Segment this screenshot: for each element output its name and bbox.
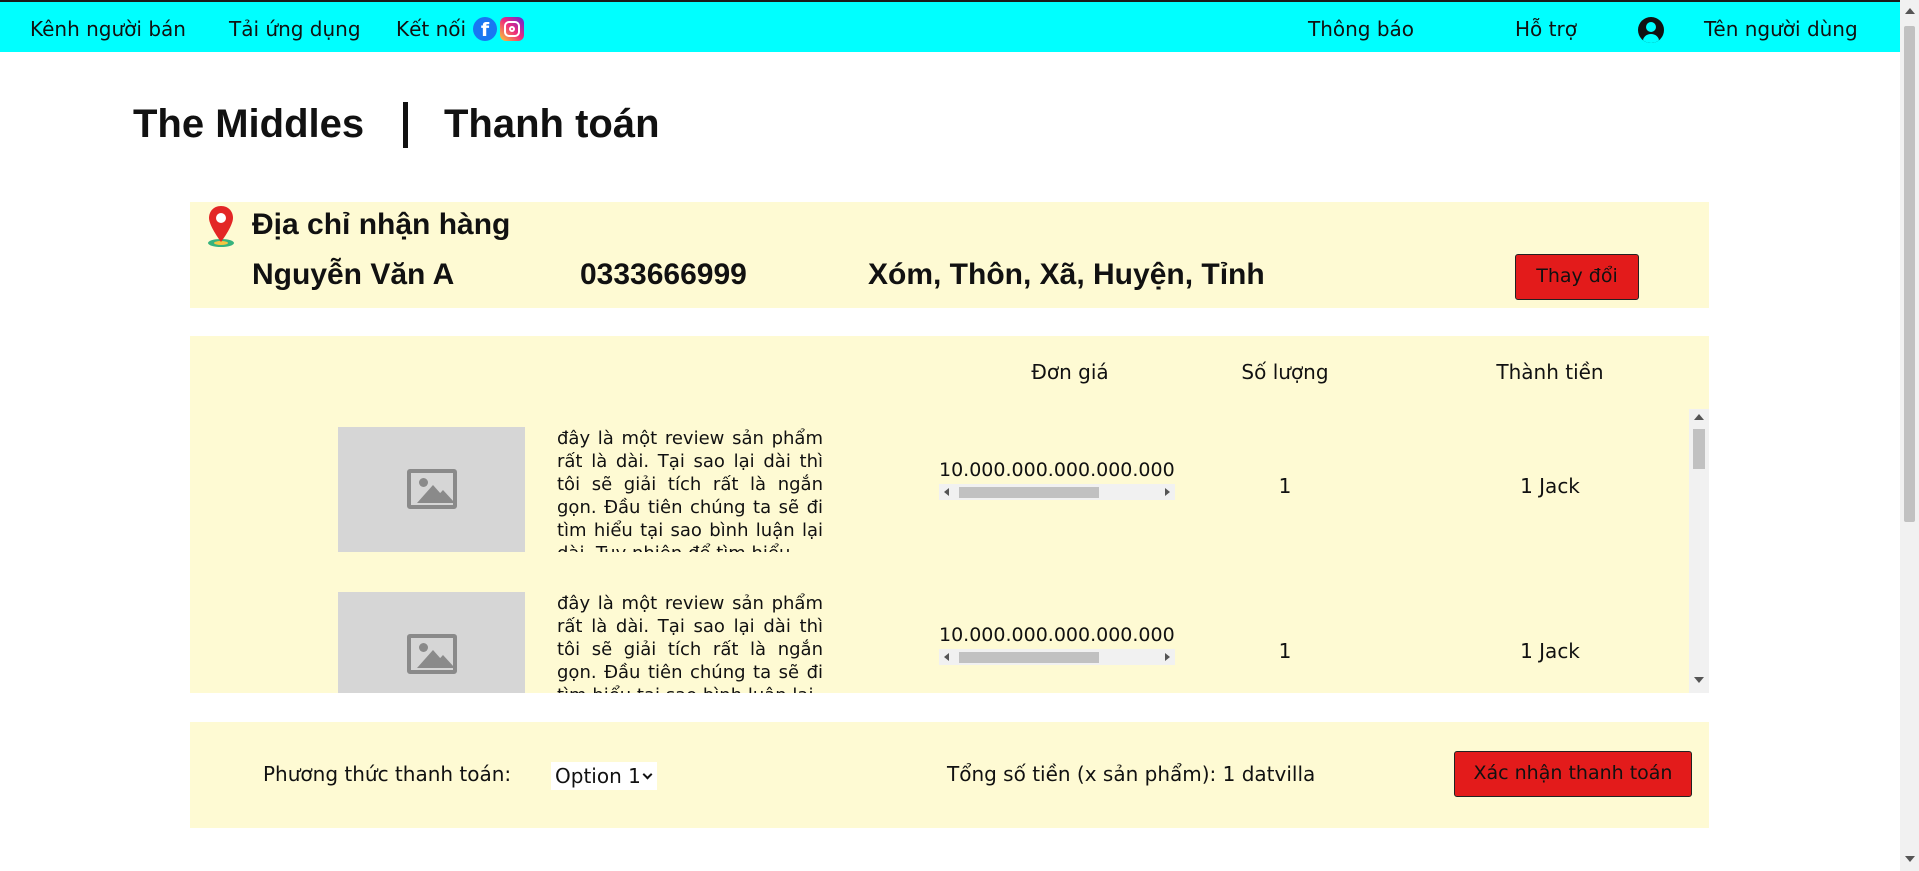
- scroll-up-arrow-icon[interactable]: [1694, 414, 1704, 420]
- recipient-address: Xóm, Thôn, Xã, Huyện, Tỉnh: [868, 258, 1265, 291]
- facebook-icon[interactable]: f: [473, 17, 497, 41]
- payment-method-selected: Option 1: [555, 764, 641, 788]
- chevron-down-icon: [642, 769, 653, 780]
- payment-method-select[interactable]: Option 1: [551, 762, 657, 790]
- checkout-panel: Phương thức thanh toán: Option 1 Tổng số…: [190, 722, 1709, 828]
- price-scroll-thumb[interactable]: [959, 487, 1099, 498]
- scroll-left-arrow-icon[interactable]: [944, 488, 949, 496]
- scroll-down-arrow-icon[interactable]: [1694, 677, 1704, 683]
- support-link[interactable]: Hỗ trợ: [1515, 17, 1577, 41]
- product-image[interactable]: [338, 427, 525, 552]
- payment-method-label: Phương thức thanh toán:: [263, 762, 512, 786]
- address-section-title: Địa chỉ nhận hàng: [252, 208, 511, 241]
- brand-logo-text[interactable]: The Middles: [133, 102, 364, 147]
- page-title: Thanh toán: [444, 102, 660, 146]
- seller-channel-link[interactable]: Kênh người bán: [30, 17, 186, 41]
- product-review-text: đây là một review sản phẩm rất là dài. T…: [557, 428, 823, 552]
- scroll-up-arrow-icon[interactable]: [1905, 8, 1915, 14]
- product-rows-scroll-area[interactable]: đây là một review sản phẩm rất là dài. T…: [190, 409, 1709, 693]
- recipient-name: Nguyễn Văn A: [252, 258, 455, 291]
- unit-price-value: 10.000.000.000.000.000.: [939, 624, 1175, 646]
- scroll-right-arrow-icon[interactable]: [1165, 653, 1170, 661]
- image-placeholder-icon: [407, 469, 457, 509]
- product-list-panel: Đơn giá Số lượng Thành tiền đây là một r…: [190, 336, 1709, 693]
- unit-price-header: Đơn giá: [1031, 360, 1109, 384]
- price-scroll-thumb[interactable]: [959, 652, 1099, 663]
- location-pin-icon: [208, 206, 234, 247]
- page-scrollbar-thumb[interactable]: [1904, 26, 1915, 522]
- image-placeholder-icon: [407, 634, 457, 674]
- header-divider: [403, 102, 408, 148]
- unit-price-cell[interactable]: 10.000.000.000.000.000.: [939, 624, 1175, 672]
- line-total-value: 1 Jack: [1520, 639, 1580, 663]
- download-app-link[interactable]: Tải ứng dụng: [229, 17, 361, 41]
- quantity-header: Số lượng: [1241, 360, 1329, 384]
- scroll-right-arrow-icon[interactable]: [1165, 488, 1170, 496]
- product-row: đây là một review sản phẩm rất là dài. T…: [190, 409, 1690, 552]
- shipping-address-panel: Địa chỉ nhận hàng Nguyễn Văn A 033366699…: [190, 202, 1709, 308]
- page-scrollbar[interactable]: [1900, 0, 1919, 871]
- change-address-button[interactable]: Thay đổi: [1515, 254, 1639, 300]
- order-total-summary: Tổng số tiền (x sản phẩm): 1 datvilla: [947, 762, 1316, 786]
- notifications-link[interactable]: Thông báo: [1308, 17, 1414, 41]
- line-total-value: 1 Jack: [1520, 474, 1580, 498]
- price-horizontal-scrollbar[interactable]: [939, 649, 1175, 665]
- scroll-left-arrow-icon[interactable]: [944, 653, 949, 661]
- confirm-payment-button[interactable]: Xác nhận thanh toán: [1454, 751, 1692, 797]
- recipient-phone: 0333666999: [580, 258, 747, 291]
- username-link[interactable]: Tên người dùng: [1704, 17, 1858, 41]
- total-header: Thành tiền: [1496, 360, 1604, 384]
- scroll-down-arrow-icon[interactable]: [1905, 856, 1915, 862]
- price-horizontal-scrollbar[interactable]: [939, 484, 1175, 500]
- product-row: đây là một review sản phẩm rất là dài. T…: [190, 574, 1690, 693]
- top-navigation-bar: Kênh người bán Tải ứng dụng Kết nối f Th…: [0, 0, 1900, 52]
- instagram-icon[interactable]: [500, 17, 524, 41]
- unit-price-value: 10.000.000.000.000.000.: [939, 459, 1175, 481]
- product-list-scrollbar[interactable]: [1689, 409, 1709, 693]
- quantity-value: 1: [1278, 474, 1292, 498]
- unit-price-cell[interactable]: 10.000.000.000.000.000.: [939, 459, 1175, 507]
- quantity-value: 1: [1278, 639, 1292, 663]
- product-review-text: đây là một review sản phẩm rất là dài. T…: [557, 593, 823, 693]
- product-list-scroll-thumb[interactable]: [1693, 429, 1705, 469]
- product-image[interactable]: [338, 592, 525, 693]
- connect-label: Kết nối: [396, 17, 467, 41]
- user-account-icon[interactable]: [1638, 17, 1664, 43]
